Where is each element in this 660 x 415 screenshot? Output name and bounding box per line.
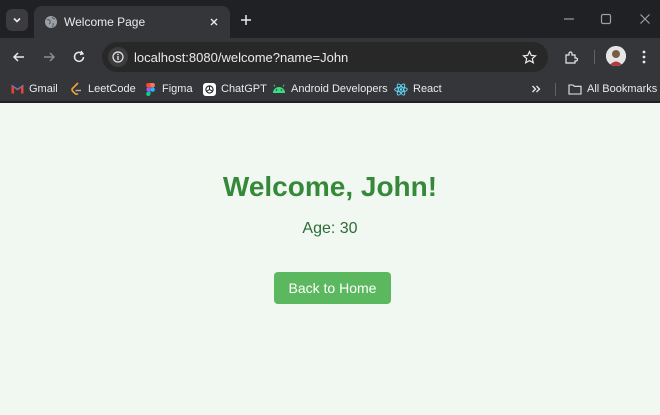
tab-welcome-page[interactable]: Welcome Page: [34, 6, 230, 38]
reload-icon: [73, 50, 85, 63]
all-bookmarks-label: All Bookmarks: [587, 83, 658, 95]
tab-strip: Welcome Page: [0, 0, 660, 38]
more-vertical-icon: [642, 50, 646, 64]
bookmark-chatgpt[interactable]: ChatGPT: [202, 80, 267, 98]
minimize-button[interactable]: [560, 10, 578, 28]
browser-menu-button[interactable]: [636, 47, 652, 67]
url-text[interactable]: localhost:8080/welcome?name=John: [134, 50, 348, 65]
double-chevron-right-icon: [532, 85, 541, 93]
bookmark-label: ChatGPT: [221, 83, 267, 95]
back-to-home-button[interactable]: Back to Home: [274, 272, 391, 304]
bookmark-leetcode[interactable]: LeetCode: [69, 80, 136, 98]
folder-icon: [568, 82, 582, 96]
maximize-button[interactable]: [597, 10, 615, 28]
extensions-button[interactable]: [561, 47, 581, 67]
tab-title: Welcome Page: [64, 15, 146, 29]
bookmark-figma[interactable]: Figma: [143, 80, 193, 98]
minimize-icon: [564, 18, 574, 20]
react-icon: [394, 82, 408, 96]
bookmarks-overflow-button[interactable]: [528, 80, 544, 98]
new-tab-button[interactable]: [236, 10, 256, 30]
close-icon: [210, 18, 218, 26]
bookmark-star-button[interactable]: [520, 48, 538, 66]
leetcode-icon: [69, 82, 83, 96]
bookmark-android-developers[interactable]: Android Developers: [272, 80, 388, 98]
back-nav-button[interactable]: [9, 47, 29, 67]
star-icon: [521, 49, 537, 64]
age-text: Age: 30: [302, 220, 358, 237]
forward-nav-button[interactable]: [39, 47, 59, 67]
toolbar-divider: [594, 50, 595, 64]
all-bookmarks-button[interactable]: All Bookmarks: [568, 80, 657, 98]
profile-avatar[interactable]: [606, 46, 626, 66]
reload-button[interactable]: [69, 47, 89, 67]
bookmark-label: React: [413, 83, 442, 95]
browser-toolbar: localhost:8080/welcome?name=John: [0, 38, 660, 76]
puzzle-icon: [564, 50, 578, 64]
chatgpt-icon: [202, 82, 216, 96]
address-bar[interactable]: localhost:8080/welcome?name=John: [102, 42, 548, 72]
bookmark-label: Figma: [162, 83, 193, 95]
figma-icon: [143, 82, 157, 96]
bookmark-label: Android Developers: [291, 83, 388, 95]
profile-icon: [606, 46, 626, 66]
arrow-left-icon: [12, 52, 24, 62]
arrow-right-icon: [44, 52, 56, 62]
plus-icon: [241, 15, 251, 25]
android-icon: [272, 82, 286, 96]
bookmark-label: Gmail: [29, 83, 58, 95]
close-icon: [640, 14, 650, 24]
window-close-button[interactable]: [636, 10, 654, 28]
maximize-icon: [600, 13, 612, 25]
site-info-button[interactable]: [108, 47, 128, 67]
info-icon: [112, 51, 124, 63]
chevron-down-icon: [13, 17, 21, 23]
bookmark-react[interactable]: React: [394, 80, 442, 98]
bookmark-gmail[interactable]: Gmail: [10, 80, 58, 98]
tab-search-button[interactable]: [6, 9, 28, 31]
globe-icon: [45, 16, 57, 28]
welcome-heading: Welcome, John!: [222, 171, 438, 202]
bookmark-label: LeetCode: [88, 83, 136, 95]
page-viewport: Welcome, John! Age: 30 Back to Home: [0, 103, 660, 415]
bookmarks-divider: [555, 83, 556, 96]
tab-close-button[interactable]: [206, 14, 222, 30]
bookmarks-bar: Gmail LeetCode Figma ChatGPT Android Dev: [0, 76, 660, 102]
gmail-icon: [10, 82, 24, 96]
